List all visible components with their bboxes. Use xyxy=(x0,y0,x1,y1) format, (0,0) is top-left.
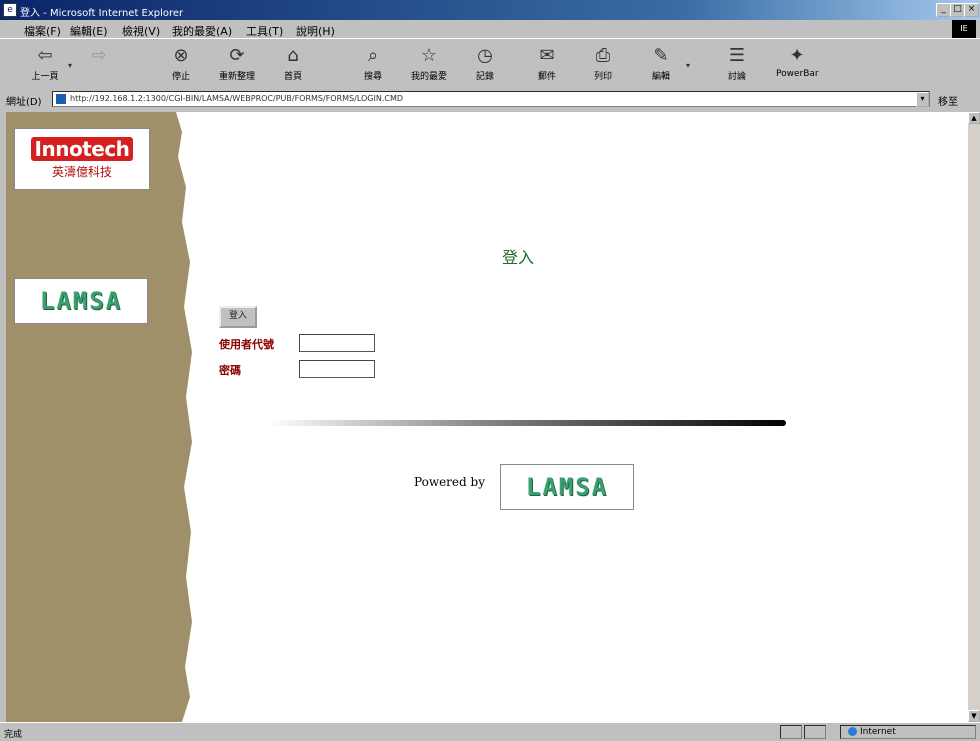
edit-label: 編輯 xyxy=(651,72,670,82)
powered-by-label: Powered by xyxy=(414,475,485,489)
innotech-logo-text: Innotech xyxy=(30,137,134,161)
page-icon xyxy=(56,93,66,104)
status-pane xyxy=(804,725,826,739)
favorites-button[interactable]: ☆ 我的最愛 xyxy=(408,43,450,85)
menu-edit[interactable]: 編輯(E) xyxy=(70,23,108,39)
mail-button[interactable]: ✉ 郵件 xyxy=(526,43,568,85)
innotech-logo[interactable]: Innotech 英濤億科技 xyxy=(14,128,150,190)
search-button[interactable]: ⌕ 搜尋 xyxy=(352,43,394,85)
edit-dropdown-icon[interactable]: ▾ xyxy=(686,61,690,70)
powerbar-label: PowerBar xyxy=(776,69,819,79)
mail-icon: ✉ xyxy=(539,45,555,66)
edit-button[interactable]: ✎ 編輯 xyxy=(640,43,682,85)
discuss-label: 討論 xyxy=(727,72,746,82)
close-button[interactable]: × xyxy=(964,3,979,17)
menu-view[interactable]: 檢視(V) xyxy=(122,23,160,39)
history-label: 記錄 xyxy=(475,72,494,82)
menu-bar: 檔案(F) 編輯(E) 檢視(V) 我的最愛(A) 工具(T) 說明(H) xyxy=(0,20,980,38)
page-title: 登入 xyxy=(502,248,535,267)
ie-throbber: IE xyxy=(952,20,976,38)
home-icon: ⌂ xyxy=(287,45,299,66)
search-icon: ⌕ xyxy=(367,45,379,66)
print-label: 列印 xyxy=(593,72,612,82)
sidebar xyxy=(6,112,192,722)
powerbar-icon: ✦ xyxy=(789,45,805,66)
history-button[interactable]: ◷ 記錄 xyxy=(464,43,506,85)
history-icon: ◷ xyxy=(477,45,493,66)
gradient-divider xyxy=(268,420,786,426)
maximize-button[interactable]: □ xyxy=(950,3,965,17)
refresh-button[interactable]: ⟳ 重新整理 xyxy=(216,43,258,85)
forward-arrow-icon: ⇨ xyxy=(91,45,107,66)
address-dropdown-icon[interactable]: ▾ xyxy=(916,92,929,107)
home-label: 首頁 xyxy=(283,72,302,82)
discuss-icon: ☰ xyxy=(728,45,746,66)
title-bar: e 登入 - Microsoft Internet Explorer _ □ × xyxy=(0,0,980,20)
menu-help[interactable]: 說明(H) xyxy=(296,23,335,39)
powerbar-button[interactable]: ✦ PowerBar xyxy=(776,43,819,85)
menu-favorites[interactable]: 我的最愛(A) xyxy=(172,23,232,39)
status-bar: 完成 Internet xyxy=(0,722,980,741)
address-input[interactable]: http://192.168.1.2:1300/CGI-BIN/LAMSA/WE… xyxy=(52,91,930,107)
print-icon: ⎙ xyxy=(595,45,611,66)
address-label: 網址(D) xyxy=(6,97,42,108)
lamsa-logo-footer-text: LAMSA xyxy=(525,473,609,501)
stop-label: 停止 xyxy=(171,72,190,82)
lamsa-logo-sidebar[interactable]: LAMSA xyxy=(14,278,148,324)
back-label: 上一頁 xyxy=(31,72,59,82)
go-button[interactable]: 移至 xyxy=(938,93,958,108)
back-arrow-icon: ⇦ xyxy=(37,45,53,66)
favorites-label: 我的最愛 xyxy=(410,72,447,82)
print-button[interactable]: ⎙ 列印 xyxy=(582,43,624,85)
zone-indicator: Internet xyxy=(848,727,896,737)
minimize-button[interactable]: _ xyxy=(936,3,951,17)
discuss-button[interactable]: ☰ 討論 xyxy=(716,43,758,85)
zone-label: Internet xyxy=(860,727,896,737)
status-text: 完成 xyxy=(4,730,23,740)
address-bar: 網址(D) http://192.168.1.2:1300/CGI-BIN/LA… xyxy=(0,89,980,109)
window-title: 登入 - Microsoft Internet Explorer xyxy=(20,8,184,19)
ie-page-icon: e xyxy=(3,3,17,17)
status-pane xyxy=(780,725,802,739)
vertical-scrollbar[interactable]: ▲ ▼ xyxy=(968,112,980,722)
favorites-icon: ☆ xyxy=(420,45,438,66)
forward-button[interactable]: ⇨ xyxy=(78,43,120,85)
address-url: http://192.168.1.2:1300/CGI-BIN/LAMSA/WE… xyxy=(70,94,404,103)
toolbar: ⇦ 上一頁 ▾ ⇨ ⊗ 停止 ⟳ 重新整理 ⌂ 首頁 ⌕ 搜尋 ☆ 我的最愛 ◷ 記錄 ✉ 郵件… xyxy=(0,38,980,90)
mail-label: 郵件 xyxy=(537,72,556,82)
lamsa-logo-text: LAMSA xyxy=(39,287,123,315)
search-label: 搜尋 xyxy=(363,72,382,82)
password-input[interactable] xyxy=(299,360,375,378)
menu-tools[interactable]: 工具(T) xyxy=(246,23,283,39)
username-input[interactable] xyxy=(299,334,375,352)
stop-button[interactable]: ⊗ 停止 xyxy=(160,43,202,85)
home-button[interactable]: ⌂ 首頁 xyxy=(272,43,314,85)
innotech-logo-chinese: 英濤億科技 xyxy=(51,165,112,179)
refresh-label: 重新整理 xyxy=(218,72,255,82)
back-button[interactable]: ⇦ 上一頁 xyxy=(24,43,66,85)
internet-globe-icon xyxy=(848,727,857,736)
login-button[interactable]: 登入 xyxy=(219,306,257,328)
refresh-icon: ⟳ xyxy=(229,45,245,66)
scroll-up-arrow-icon[interactable]: ▲ xyxy=(968,112,980,124)
page-content: Innotech 英濤億科技 LAMSA 登入 登入 使用者代號 密碼 Powe… xyxy=(6,112,968,722)
back-dropdown-icon[interactable]: ▾ xyxy=(68,61,72,70)
edit-icon: ✎ xyxy=(653,45,669,66)
lamsa-logo-footer[interactable]: LAMSA xyxy=(500,464,634,510)
password-label: 密碼 xyxy=(219,364,241,377)
scroll-down-arrow-icon[interactable]: ▼ xyxy=(968,710,980,722)
username-label: 使用者代號 xyxy=(219,338,274,351)
stop-icon: ⊗ xyxy=(173,45,189,66)
menu-file[interactable]: 檔案(F) xyxy=(24,23,61,39)
